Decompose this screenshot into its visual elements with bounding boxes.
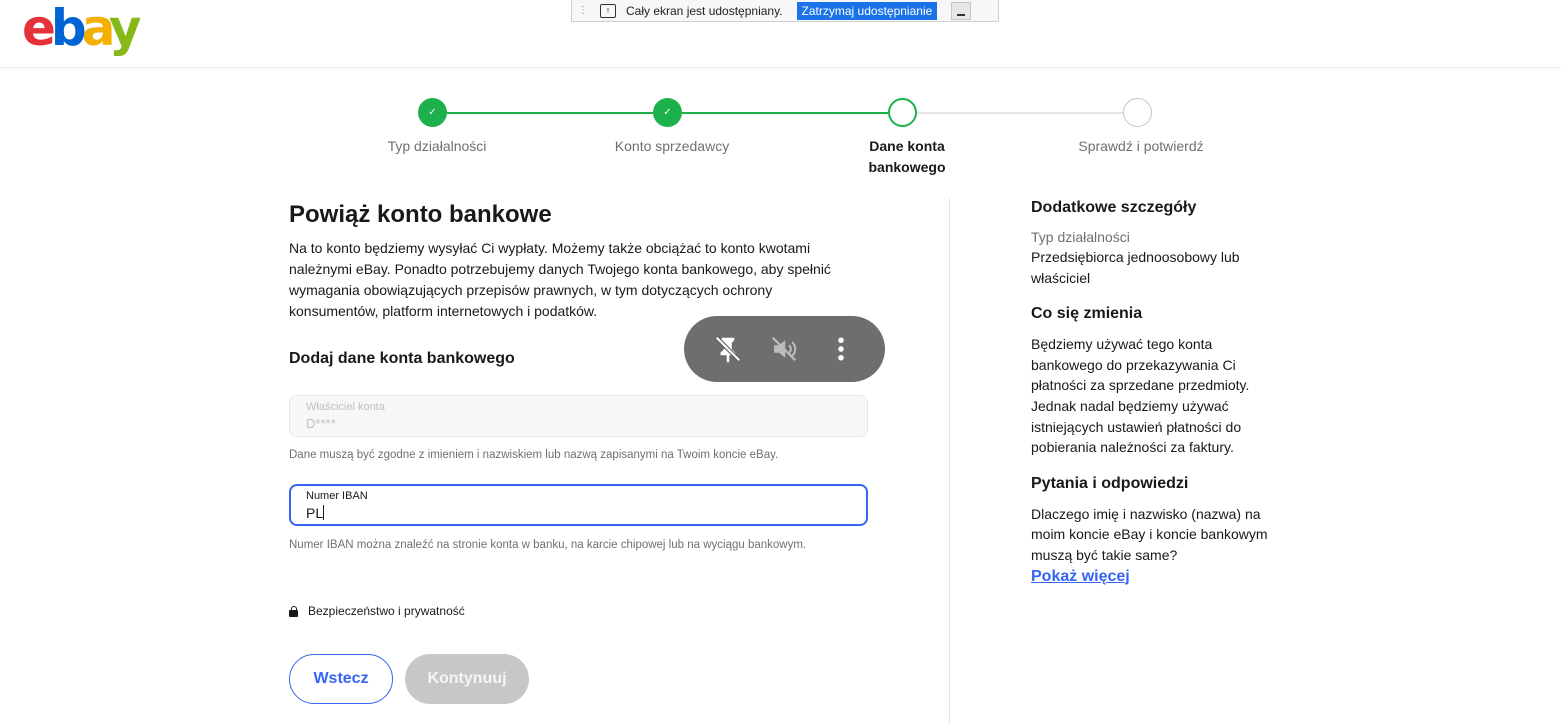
minimize-button[interactable]	[951, 1, 972, 20]
mute-icon	[772, 336, 797, 362]
details-heading: Dodatkowe szczegóły	[1031, 199, 1197, 216]
unpin-button[interactable]	[708, 329, 748, 369]
step-1-check-icon: ✓	[418, 98, 447, 127]
faq-question: Dlaczego imię i nazwisko (nazwa) na moim…	[1031, 505, 1268, 563]
account-owner-field: Właściciel konta D****	[289, 395, 868, 437]
column-divider	[949, 198, 950, 724]
back-button[interactable]: Wstecz	[289, 654, 393, 704]
iban-help: Numer IBAN można znaleźć na stronie kont…	[289, 539, 807, 551]
iban-value[interactable]: PL	[306, 503, 851, 523]
faq-heading: Pytania i odpowiedzi	[1031, 474, 1189, 492]
business-type-value: Przedsiębiorca jednoosobowy lub właścici…	[1031, 249, 1240, 286]
account-owner-label: Właściciel konta	[306, 401, 385, 413]
iban-input[interactable]: Numer IBAN PL	[289, 484, 868, 526]
step-1-label: Typ działalności	[387, 138, 487, 154]
lock-icon	[289, 605, 298, 617]
step-connector-done	[682, 112, 888, 114]
security-privacy-label: Bezpieczeństwo i prywatność	[308, 604, 465, 618]
details-sidebar: Dodatkowe szczegóły Typ działalności Prz…	[1031, 196, 1291, 588]
security-privacy-link[interactable]: Bezpieczeństwo i prywatność	[289, 604, 465, 618]
account-owner-value: D****	[306, 416, 336, 431]
business-type-label: Typ działalności	[1031, 229, 1130, 245]
page-title: Powiąż konto bankowe	[289, 201, 552, 228]
changes-heading: Co się zmienia	[1031, 305, 1143, 323]
text-cursor	[323, 505, 325, 520]
ebay-logo[interactable]: ebay	[22, 0, 141, 56]
progress-stepper: ✓ ✓ Typ działalności Konto sprzedawcy Da…	[0, 96, 1561, 186]
account-owner-help: Dane muszą być zgodne z imieniem i nazwi…	[289, 449, 779, 461]
iban-label: Numer IBAN	[306, 490, 368, 502]
show-more-link[interactable]: Pokaż więcej	[1031, 568, 1130, 585]
unpin-icon	[715, 336, 741, 363]
step-4-future-indicator	[1123, 98, 1152, 127]
share-screen-icon: ↑	[600, 3, 616, 18]
step-2-check-icon: ✓	[653, 98, 682, 127]
step-connector-done	[447, 112, 653, 114]
drag-handle-icon[interactable]: ⋮	[576, 3, 590, 19]
mute-button[interactable]	[764, 329, 804, 369]
page-description: Na to konto będziemy wysyłać Ci wypłaty.…	[289, 240, 831, 319]
changes-text: Będziemy używać tego konta bankowego do …	[1031, 336, 1250, 456]
step-4-label: Sprawdź i potwierdź	[1078, 138, 1204, 154]
continue-button[interactable]: Kontynuuj	[405, 654, 529, 704]
stop-sharing-button[interactable]: Zatrzymaj udostępnianie	[796, 1, 938, 20]
iban-text: PL	[306, 505, 324, 521]
screen-share-bar: ⋮ ↑ Cały ekran jest udostępniany. Zatrzy…	[571, 0, 999, 22]
more-vertical-icon	[838, 337, 844, 361]
share-status-text: Cały ekran jest udostępniany.	[626, 3, 783, 18]
step-2-label: Konto sprzedawcy	[614, 138, 730, 154]
step-3-label: Dane konta bankowego	[868, 138, 946, 175]
more-options-button[interactable]	[821, 329, 861, 369]
step-3-current-indicator	[888, 98, 917, 127]
step-connector-pending	[917, 112, 1123, 114]
floating-controls	[684, 316, 885, 382]
minimize-icon	[957, 13, 966, 16]
